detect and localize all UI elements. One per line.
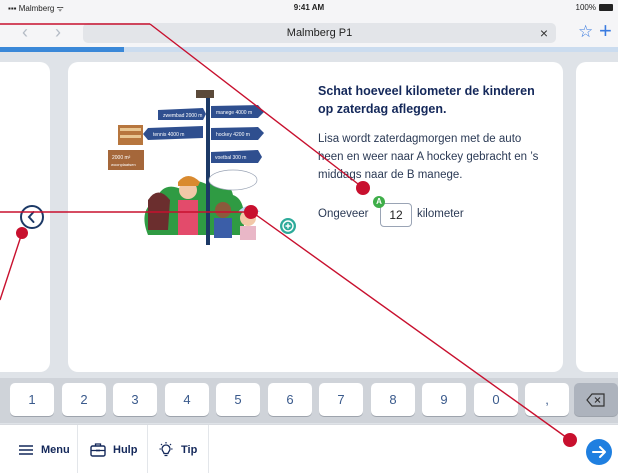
sign-tennis: tennis 4000 m: [153, 132, 184, 138]
sign-homes: woonplaatsen: [111, 162, 136, 167]
battery-label: 100%: [575, 3, 596, 12]
arrow-right-icon: [592, 446, 606, 458]
backspace-icon: [586, 393, 605, 407]
answer-input[interactable]: 12: [380, 203, 412, 227]
key-1[interactable]: 1: [10, 383, 54, 416]
address-bar[interactable]: Malmberg P1 ×: [83, 23, 556, 43]
help-button[interactable]: Hulp: [89, 425, 137, 473]
sign-zwembad: zwembad 2000 m: [163, 113, 202, 119]
key-comma[interactable]: ,: [525, 383, 569, 416]
key-9[interactable]: 9: [422, 383, 466, 416]
new-tab-plus-icon[interactable]: +: [599, 18, 612, 44]
toolbox-icon: [90, 442, 106, 457]
signpost-illustration: zwembad 2000 m manege 4000 m tennis 4000…: [108, 90, 288, 250]
toolbar-divider: [77, 425, 78, 473]
key-6[interactable]: 6: [268, 383, 312, 416]
sign-area: 2000 m²: [112, 155, 131, 161]
close-icon[interactable]: ×: [540, 25, 548, 41]
sign-hockey: hockey 4200 m: [216, 132, 250, 138]
key-4[interactable]: 4: [165, 383, 209, 416]
question-title: Schat hoeveel kilometer de kinderen op z…: [318, 84, 535, 116]
tip-label: Tip: [181, 443, 198, 456]
zoom-image-button[interactable]: [278, 216, 298, 236]
next-card: [576, 62, 618, 372]
answer-unit: kilometer: [417, 208, 464, 220]
toolbar-divider: [208, 425, 209, 473]
zoom-plus-icon: [282, 220, 294, 232]
progress-fill: [0, 47, 124, 52]
toolbar-divider: [147, 425, 148, 473]
status-bar: ▪▪▪ Malmberg ᯤ 9:41 AM 100%: [0, 0, 618, 16]
bottom-toolbar: Menu Hulp Tip: [0, 424, 618, 473]
backspace-button[interactable]: [574, 383, 618, 416]
key-5[interactable]: 5: [216, 383, 260, 416]
bookmark-star-icon[interactable]: ☆: [578, 22, 593, 42]
step-badge: A: [373, 196, 385, 208]
numeric-keypad: 1 2 3 4 5 6 7 8 9 0 ,: [0, 378, 618, 423]
page-title: Malmberg P1: [286, 27, 353, 39]
progress-bar: [0, 47, 618, 52]
forward-icon[interactable]: ›: [55, 22, 61, 43]
lightbulb-icon: [159, 441, 173, 456]
help-label: Hulp: [113, 443, 138, 456]
tip-button[interactable]: Tip: [157, 425, 197, 473]
browser-toolbar: ‹ › Malmberg P1 × ☆ +: [0, 16, 618, 48]
menu-button[interactable]: Menu: [17, 425, 70, 473]
battery-icon: [599, 4, 613, 11]
exercise-card: zwembad 2000 m manege 4000 m tennis 4000…: [68, 62, 563, 372]
key-0[interactable]: 0: [474, 383, 518, 416]
chevron-left-icon: [27, 211, 35, 223]
sign-manege: manege 4000 m: [216, 110, 252, 116]
key-7[interactable]: 7: [319, 383, 363, 416]
sign-voetbal: voetbal 300 m: [215, 155, 246, 161]
hamburger-icon: [19, 444, 33, 455]
menu-label: Menu: [41, 443, 70, 456]
key-8[interactable]: 8: [371, 383, 415, 416]
back-icon[interactable]: ‹: [22, 22, 28, 43]
question-text: Lisa wordt zaterdagmorgen met de auto he…: [318, 133, 539, 181]
key-2[interactable]: 2: [62, 383, 106, 416]
answer-prefix: Ongeveer: [318, 208, 369, 220]
next-question-button[interactable]: [586, 439, 612, 465]
clock: 9:41 AM: [293, 3, 325, 12]
key-3[interactable]: 3: [113, 383, 157, 416]
previous-question-button[interactable]: [20, 205, 44, 229]
